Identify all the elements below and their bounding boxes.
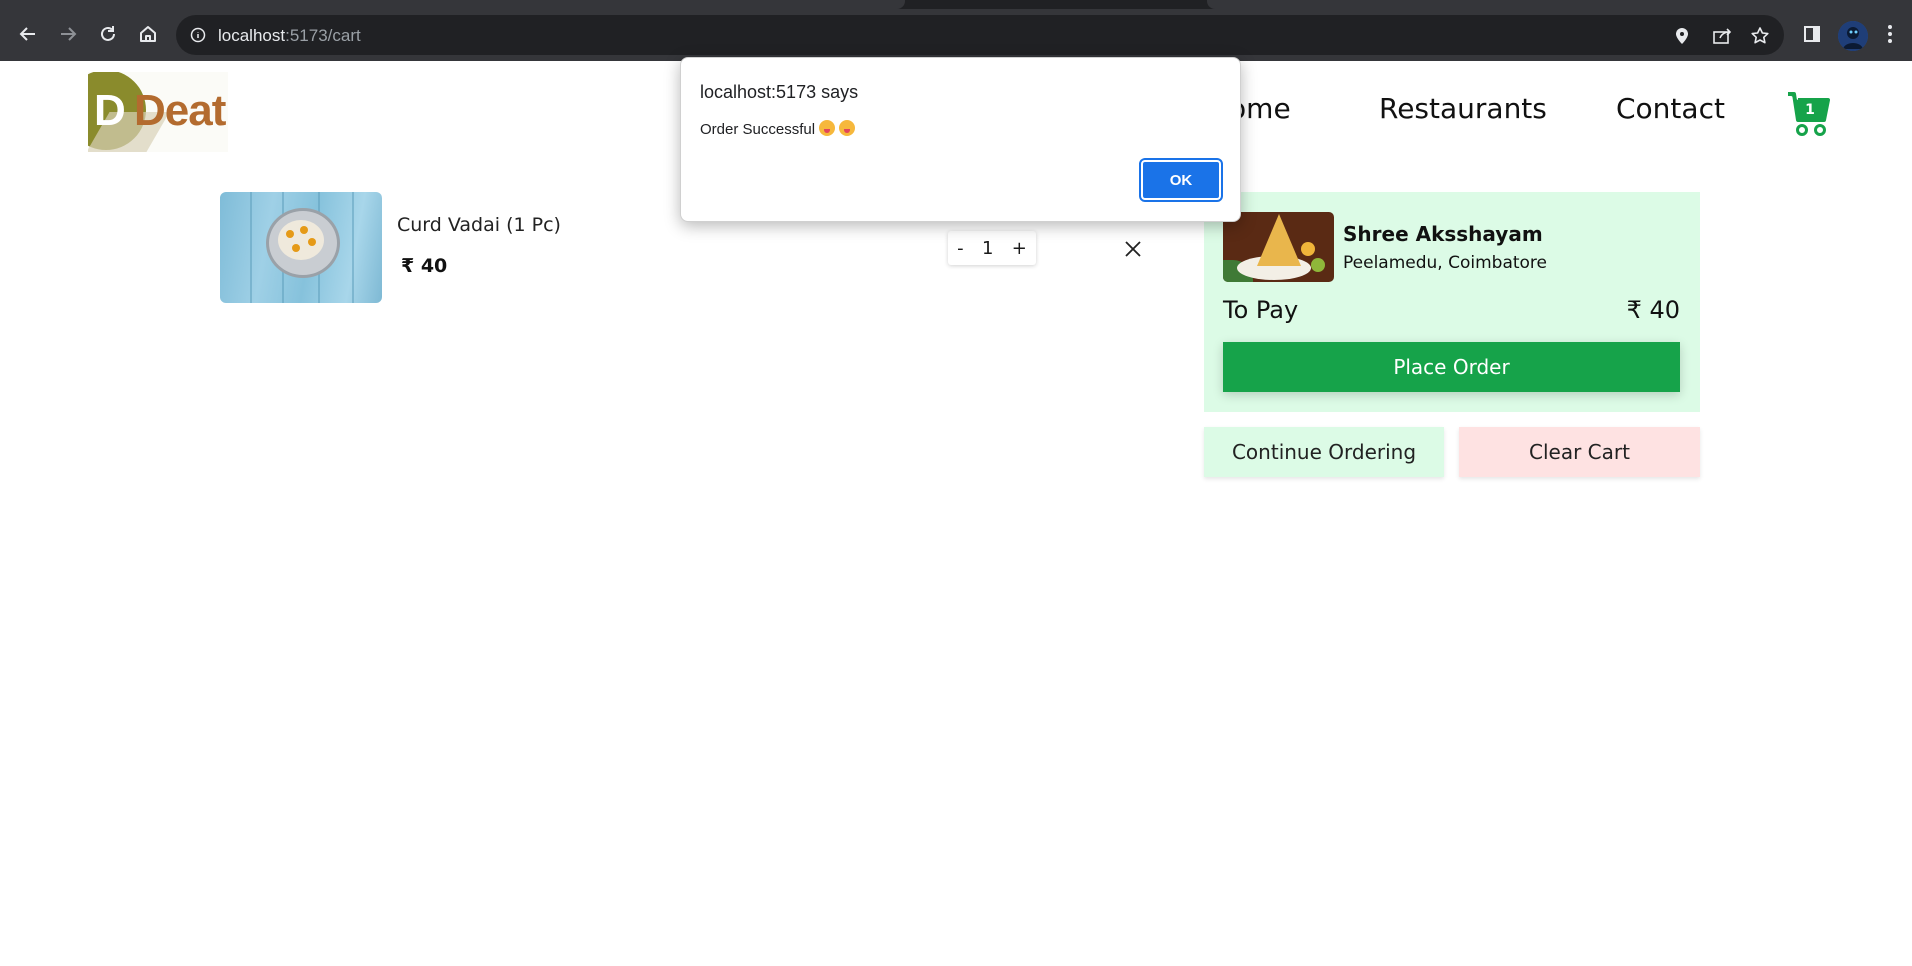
reload-button[interactable] bbox=[94, 20, 122, 48]
image-plank-line bbox=[352, 192, 354, 303]
url-host: localhost bbox=[218, 26, 286, 45]
tongue-out-emoji-icon bbox=[839, 120, 856, 136]
image-dosa bbox=[1257, 214, 1301, 266]
tab-strip bbox=[0, 0, 1912, 9]
site-logo[interactable]: D Deat bbox=[88, 72, 228, 152]
logo-mark: D bbox=[94, 86, 126, 135]
browser-menu-button[interactable] bbox=[1876, 20, 1904, 48]
back-arrow-icon bbox=[19, 27, 35, 41]
dialog-message-text: Order Successful bbox=[700, 121, 816, 138]
image-plank-line bbox=[250, 192, 252, 303]
home-icon bbox=[140, 26, 156, 42]
dialog-title: localhost:5173 says bbox=[700, 82, 859, 102]
forward-button[interactable] bbox=[54, 20, 82, 48]
to-pay-label: To Pay bbox=[1223, 296, 1299, 324]
reload-icon bbox=[101, 26, 115, 41]
profile-avatar[interactable] bbox=[1838, 21, 1868, 51]
remove-item-button[interactable] bbox=[1120, 236, 1146, 262]
decrease-quantity-button[interactable]: - bbox=[957, 238, 964, 259]
tab-right[interactable] bbox=[1207, 0, 1912, 9]
increase-quantity-button[interactable]: + bbox=[1012, 238, 1027, 259]
image-garnish bbox=[300, 226, 308, 234]
side-panel-icon bbox=[1804, 26, 1820, 42]
image-garnish bbox=[292, 244, 300, 252]
image-chutney-cup bbox=[1301, 242, 1315, 256]
clear-cart-button[interactable]: Clear Cart bbox=[1459, 427, 1700, 477]
tab-left[interactable] bbox=[0, 0, 905, 9]
site-info-icon[interactable] bbox=[188, 25, 208, 45]
continue-ordering-button[interactable]: Continue Ordering bbox=[1204, 427, 1444, 477]
image-garnish bbox=[308, 238, 316, 246]
cart-count-badge: 1 bbox=[1805, 102, 1815, 118]
home-button[interactable] bbox=[134, 20, 162, 48]
bookmark-star-icon[interactable] bbox=[1749, 25, 1771, 47]
share-icon[interactable] bbox=[1711, 25, 1733, 47]
forward-arrow-icon bbox=[61, 27, 77, 41]
item-price: ₹ 40 bbox=[401, 255, 448, 277]
browser-toolbar: localhost:5173/cart bbox=[0, 0, 1912, 61]
tab-gap bbox=[905, 0, 1207, 9]
nav-link-restaurants[interactable]: Restaurants bbox=[1379, 92, 1547, 125]
location-icon[interactable] bbox=[1671, 25, 1693, 47]
place-order-button[interactable]: Place Order bbox=[1223, 342, 1680, 392]
alert-dialog: localhost:5173 says Order Successful OK bbox=[680, 57, 1241, 222]
item-name: Curd Vadai (1 Pc) bbox=[397, 214, 561, 236]
quantity-value: 1 bbox=[981, 237, 994, 259]
nav-link-contact[interactable]: Contact bbox=[1616, 92, 1725, 125]
kebab-menu-icon bbox=[1888, 25, 1892, 43]
address-bar[interactable]: localhost:5173/cart bbox=[176, 15, 1784, 55]
restaurant-location: Peelamedu, Coimbatore bbox=[1343, 253, 1547, 273]
url-path: :5173/cart bbox=[285, 26, 361, 45]
url-text[interactable]: localhost:5173/cart bbox=[218, 26, 361, 46]
side-panel-button[interactable] bbox=[1798, 20, 1826, 48]
star-struck-emoji-icon bbox=[819, 120, 836, 136]
image-garnish bbox=[286, 230, 294, 238]
back-button[interactable] bbox=[14, 20, 42, 48]
close-icon bbox=[1125, 241, 1141, 257]
to-pay-amount: ₹ 40 bbox=[1626, 296, 1680, 324]
logo-text: Deat bbox=[134, 86, 226, 135]
dialog-ok-button[interactable]: OK bbox=[1139, 158, 1223, 202]
restaurant-image bbox=[1223, 212, 1334, 282]
quantity-stepper[interactable]: - 1 + bbox=[948, 231, 1036, 265]
item-image bbox=[220, 192, 382, 303]
dialog-message: Order Successful bbox=[700, 120, 856, 138]
image-chutney-cup bbox=[1311, 258, 1325, 272]
restaurant-name: Shree Aksshayam bbox=[1343, 222, 1543, 246]
